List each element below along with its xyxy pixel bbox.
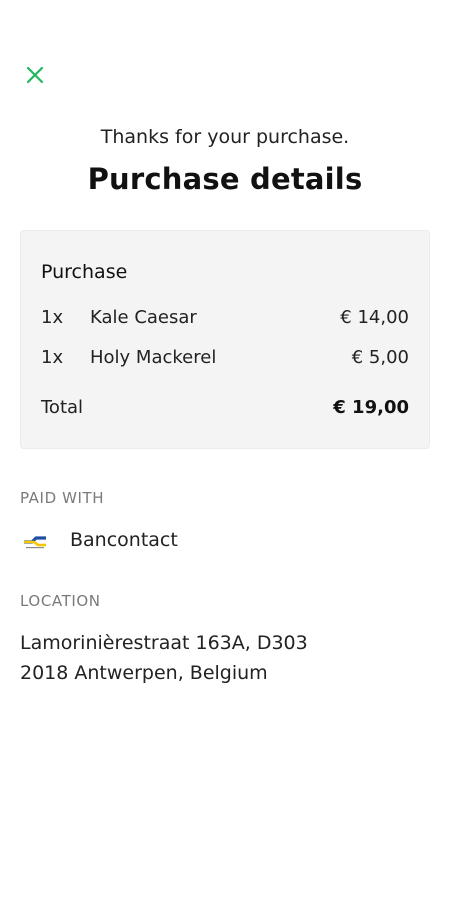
page-title: Purchase details (87, 162, 363, 196)
address-line-1: Lamorinièrestraat 163A, D303 (20, 632, 308, 654)
purchase-item-row: 1x Kale Caesar € 14,00 (41, 307, 409, 331)
purchase-card-title: Purchase (41, 261, 128, 283)
payment-method: Bancontact (20, 528, 320, 554)
paid-with-label: PAID WITH (20, 489, 105, 507)
location-label: LOCATION (20, 592, 101, 610)
thank-you-message: Thanks for your purchase. (100, 126, 350, 148)
item-price: € 5,00 (351, 347, 409, 368)
close-button[interactable] (20, 60, 50, 90)
total-row: Total € 19,00 (41, 397, 409, 421)
item-name: Holy Mackerel (90, 347, 217, 368)
bancontact-logo-icon (24, 536, 46, 549)
payment-method-name: Bancontact (70, 529, 178, 551)
item-price: € 14,00 (340, 307, 409, 328)
item-quantity: 1x (41, 347, 64, 368)
total-label: Total (41, 397, 84, 418)
purchase-item-row: 1x Holy Mackerel € 5,00 (41, 347, 409, 371)
total-value: € 19,00 (333, 397, 409, 418)
item-quantity: 1x (41, 307, 64, 328)
close-icon (26, 66, 44, 84)
purchase-summary-card: Purchase 1x Kale Caesar € 14,00 1x Holy … (20, 230, 430, 449)
address-line-2: 2018 Antwerpen, Belgium (20, 662, 268, 684)
item-name: Kale Caesar (90, 307, 197, 328)
